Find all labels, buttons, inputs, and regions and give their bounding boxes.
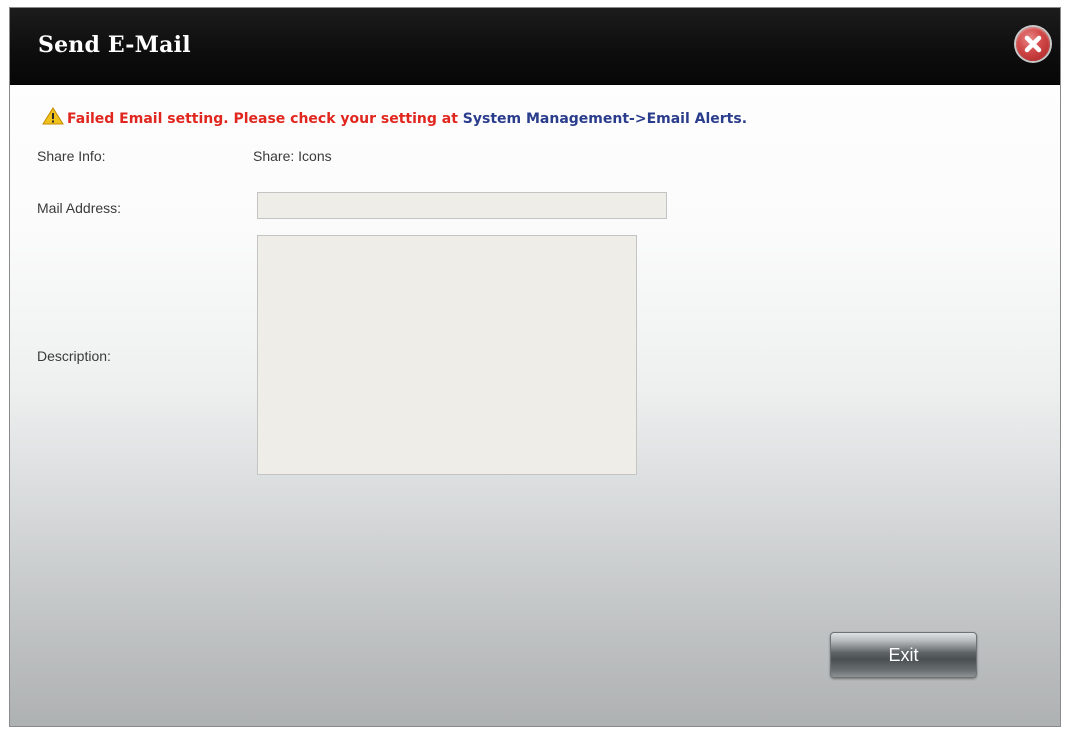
description-label: Description: bbox=[37, 348, 111, 364]
exit-button[interactable]: Exit bbox=[830, 632, 977, 678]
share-info-label: Share Info: bbox=[37, 148, 106, 164]
warning-icon bbox=[42, 107, 64, 129]
send-email-dialog: Send E-Mail Failed Email setting. Please… bbox=[9, 7, 1061, 727]
description-textarea[interactable] bbox=[257, 235, 637, 475]
close-button[interactable] bbox=[1016, 27, 1050, 61]
mail-address-input[interactable] bbox=[257, 192, 667, 219]
dialog-title: Send E-Mail bbox=[38, 32, 191, 58]
share-info-value: Share: Icons bbox=[253, 148, 332, 164]
email-alerts-link[interactable]: System Management->Email Alerts. bbox=[463, 111, 747, 127]
alert-banner: Failed Email setting. Please check your … bbox=[42, 107, 747, 129]
close-icon bbox=[1024, 35, 1042, 53]
mail-address-label: Mail Address: bbox=[37, 200, 122, 216]
dialog-titlebar: Send E-Mail bbox=[10, 8, 1060, 85]
alert-message: Failed Email setting. Please check your … bbox=[67, 111, 463, 127]
